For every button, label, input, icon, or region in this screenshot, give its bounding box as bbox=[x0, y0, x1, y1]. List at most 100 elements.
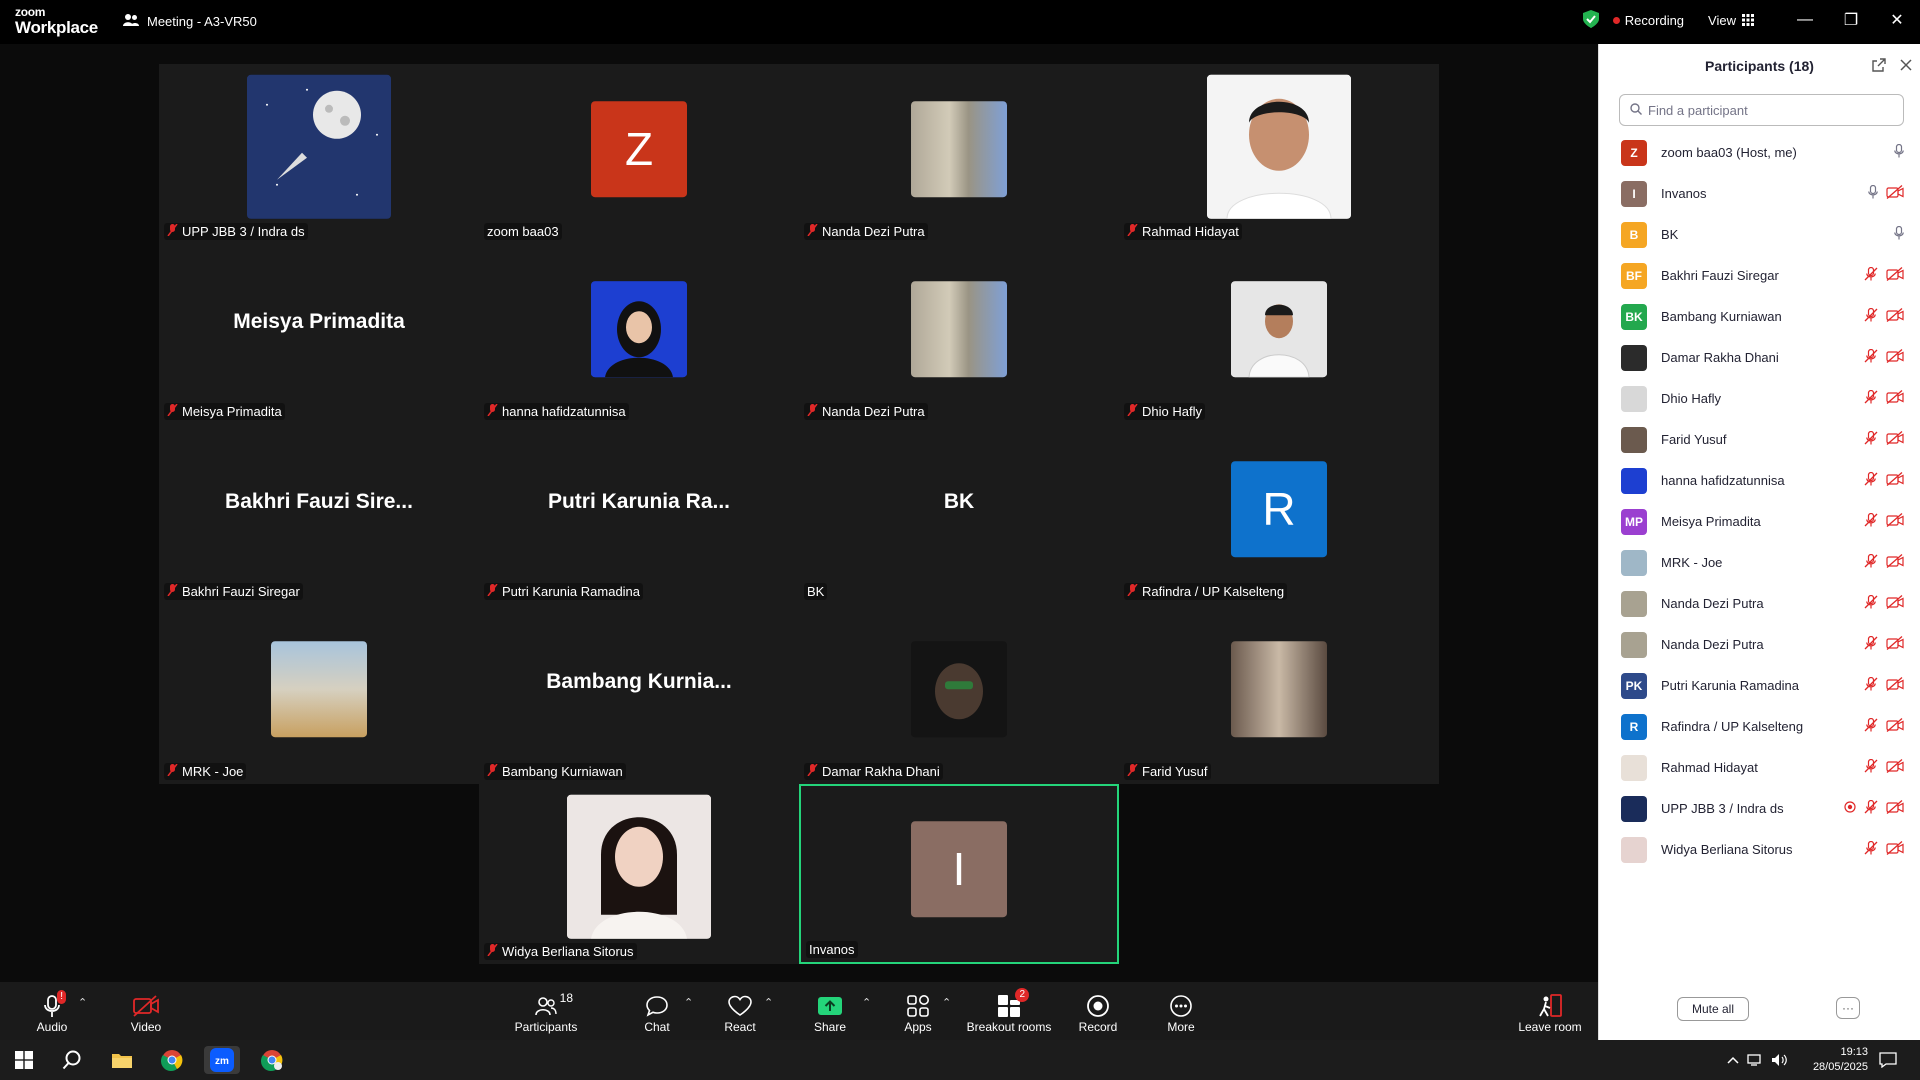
leave-room-button[interactable]: Leave room bbox=[1516, 982, 1584, 1040]
mic-muted-icon[interactable] bbox=[1864, 799, 1878, 817]
mic-muted-icon[interactable] bbox=[1864, 758, 1878, 776]
video-tile[interactable]: Widya Berliana Sitorus bbox=[479, 784, 799, 964]
mic-muted-icon[interactable] bbox=[1864, 512, 1878, 530]
panel-more-button[interactable]: ··· bbox=[1836, 997, 1860, 1019]
windows-start-icon[interactable] bbox=[10, 1046, 38, 1074]
mic-on-icon[interactable] bbox=[1894, 225, 1904, 243]
video-tile[interactable]: Nanda Dezi Putra bbox=[799, 64, 1119, 244]
video-tile[interactable]: Rahmad Hidayat bbox=[1119, 64, 1439, 244]
chat-button[interactable]: Chat bbox=[640, 982, 674, 1040]
recording-indicator[interactable]: Recording bbox=[1612, 13, 1684, 28]
search-icon[interactable] bbox=[58, 1046, 86, 1074]
video-off-icon[interactable] bbox=[1886, 595, 1904, 612]
participant-row[interactable]: BF Bakhri Fauzi Siregar bbox=[1599, 255, 1920, 296]
share-button[interactable]: Share bbox=[814, 982, 846, 1040]
mute-all-button[interactable]: Mute all bbox=[1677, 997, 1749, 1021]
participant-row[interactable]: Nanda Dezi Putra bbox=[1599, 624, 1920, 665]
network-icon[interactable] bbox=[1746, 1046, 1764, 1074]
video-off-icon[interactable] bbox=[1886, 841, 1904, 858]
participant-row[interactable]: MP Meisya Primadita bbox=[1599, 501, 1920, 542]
participant-row[interactable]: Farid Yusuf bbox=[1599, 419, 1920, 460]
chrome-profile-icon[interactable] bbox=[258, 1046, 286, 1074]
mic-muted-icon[interactable] bbox=[1864, 676, 1878, 694]
record-button[interactable]: Record bbox=[1078, 982, 1118, 1040]
chat-options-caret-icon[interactable]: ⌃ bbox=[684, 996, 693, 1009]
participant-row[interactable]: MRK - Joe bbox=[1599, 542, 1920, 583]
audio-options-caret-icon[interactable]: ⌃ bbox=[78, 996, 87, 1009]
video-off-icon[interactable] bbox=[1886, 472, 1904, 489]
video-tile[interactable]: UPP JBB 3 / Indra ds bbox=[159, 64, 479, 244]
video-tile[interactable]: BK BK bbox=[799, 424, 1119, 604]
video-button[interactable]: Video bbox=[124, 982, 168, 1040]
restore-button[interactable]: ❐ bbox=[1828, 10, 1874, 30]
mic-on-icon[interactable] bbox=[1868, 184, 1878, 202]
video-off-icon[interactable] bbox=[1886, 349, 1904, 366]
chrome-icon[interactable] bbox=[158, 1046, 186, 1074]
video-off-icon[interactable] bbox=[1886, 390, 1904, 407]
participant-row[interactable]: hanna hafidzatunnisa bbox=[1599, 460, 1920, 501]
participants-button[interactable]: 18 Participants bbox=[510, 982, 582, 1040]
video-tile[interactable]: Damar Rakha Dhani bbox=[799, 604, 1119, 784]
participant-row[interactable]: Rahmad Hidayat bbox=[1599, 747, 1920, 788]
video-off-icon[interactable] bbox=[1886, 636, 1904, 653]
mic-on-icon[interactable] bbox=[1894, 143, 1904, 161]
react-button[interactable]: React bbox=[722, 982, 758, 1040]
video-tile[interactable]: Farid Yusuf bbox=[1119, 604, 1439, 784]
video-tile[interactable]: MRK - Joe bbox=[159, 604, 479, 784]
video-tile[interactable]: Nanda Dezi Putra bbox=[799, 244, 1119, 424]
view-button[interactable]: View bbox=[1708, 13, 1754, 28]
close-window-button[interactable]: ✕ bbox=[1874, 10, 1920, 30]
share-options-caret-icon[interactable]: ⌃ bbox=[862, 996, 871, 1009]
video-tile[interactable]: Bakhri Fauzi Sire... Bakhri Fauzi Sirega… bbox=[159, 424, 479, 604]
notification-icon[interactable] bbox=[1874, 1046, 1902, 1074]
video-off-icon[interactable] bbox=[1886, 431, 1904, 448]
meeting-title[interactable]: Meeting - A3-VR50 bbox=[123, 13, 257, 30]
breakout-rooms-button[interactable]: 2 Breakout rooms bbox=[966, 982, 1052, 1040]
video-tile[interactable]: Meisya Primadita Meisya Primadita bbox=[159, 244, 479, 424]
mic-muted-icon[interactable] bbox=[1864, 553, 1878, 571]
mic-muted-icon[interactable] bbox=[1864, 348, 1878, 366]
participant-row[interactable]: R Rafindra / UP Kalselteng bbox=[1599, 706, 1920, 747]
video-off-icon[interactable] bbox=[1886, 308, 1904, 325]
mic-muted-icon[interactable] bbox=[1864, 717, 1878, 735]
participant-row[interactable]: PK Putri Karunia Ramadina bbox=[1599, 665, 1920, 706]
video-off-icon[interactable] bbox=[1886, 677, 1904, 694]
participant-search-input[interactable]: Find a participant bbox=[1619, 94, 1904, 126]
pop-out-icon[interactable] bbox=[1872, 58, 1886, 75]
video-off-icon[interactable] bbox=[1886, 267, 1904, 284]
participant-row[interactable]: I Invanos bbox=[1599, 173, 1920, 214]
video-tile[interactable]: R Rafindra / UP Kalselteng bbox=[1119, 424, 1439, 604]
participant-row[interactable]: B BK bbox=[1599, 214, 1920, 255]
minimize-button[interactable]: — bbox=[1782, 11, 1828, 29]
video-tile[interactable]: Z zoom baa03 bbox=[479, 64, 799, 244]
video-tile[interactable]: Dhio Hafly bbox=[1119, 244, 1439, 424]
video-tile[interactable]: Bambang Kurnia... Bambang Kurniawan bbox=[479, 604, 799, 784]
mic-muted-icon[interactable] bbox=[1864, 635, 1878, 653]
video-off-icon[interactable] bbox=[1886, 759, 1904, 776]
taskbar-clock[interactable]: 19:13 28/05/2025 bbox=[1813, 1045, 1868, 1075]
video-off-icon[interactable] bbox=[1886, 800, 1904, 817]
video-off-icon[interactable] bbox=[1886, 513, 1904, 530]
mic-muted-icon[interactable] bbox=[1864, 430, 1878, 448]
participant-row[interactable]: Damar Rakha Dhani bbox=[1599, 337, 1920, 378]
more-button[interactable]: More bbox=[1166, 982, 1196, 1040]
video-off-icon[interactable] bbox=[1886, 185, 1904, 202]
video-tile[interactable]: Putri Karunia Ra... Putri Karunia Ramadi… bbox=[479, 424, 799, 604]
react-options-caret-icon[interactable]: ⌃ bbox=[764, 996, 773, 1009]
apps-button[interactable]: Apps bbox=[902, 982, 934, 1040]
video-tile[interactable]: hanna hafidzatunnisa bbox=[479, 244, 799, 424]
security-shield-icon[interactable] bbox=[1582, 9, 1599, 31]
participant-row[interactable]: Widya Berliana Sitorus bbox=[1599, 829, 1920, 870]
audio-button[interactable]: ! Audio bbox=[30, 982, 74, 1040]
participant-row[interactable]: Zzoom baa03 (Host, me) bbox=[1599, 132, 1920, 173]
close-panel-icon[interactable] bbox=[1900, 58, 1912, 75]
zoom-taskbar-icon[interactable]: zm bbox=[204, 1046, 240, 1074]
mic-muted-icon[interactable] bbox=[1864, 307, 1878, 325]
apps-options-caret-icon[interactable]: ⌃ bbox=[942, 996, 951, 1009]
mic-muted-icon[interactable] bbox=[1864, 471, 1878, 489]
mic-muted-icon[interactable] bbox=[1864, 594, 1878, 612]
participant-row[interactable]: BK Bambang Kurniawan bbox=[1599, 296, 1920, 337]
video-off-icon[interactable] bbox=[1886, 554, 1904, 571]
participant-row[interactable]: Dhio Hafly bbox=[1599, 378, 1920, 419]
video-off-icon[interactable] bbox=[1886, 718, 1904, 735]
